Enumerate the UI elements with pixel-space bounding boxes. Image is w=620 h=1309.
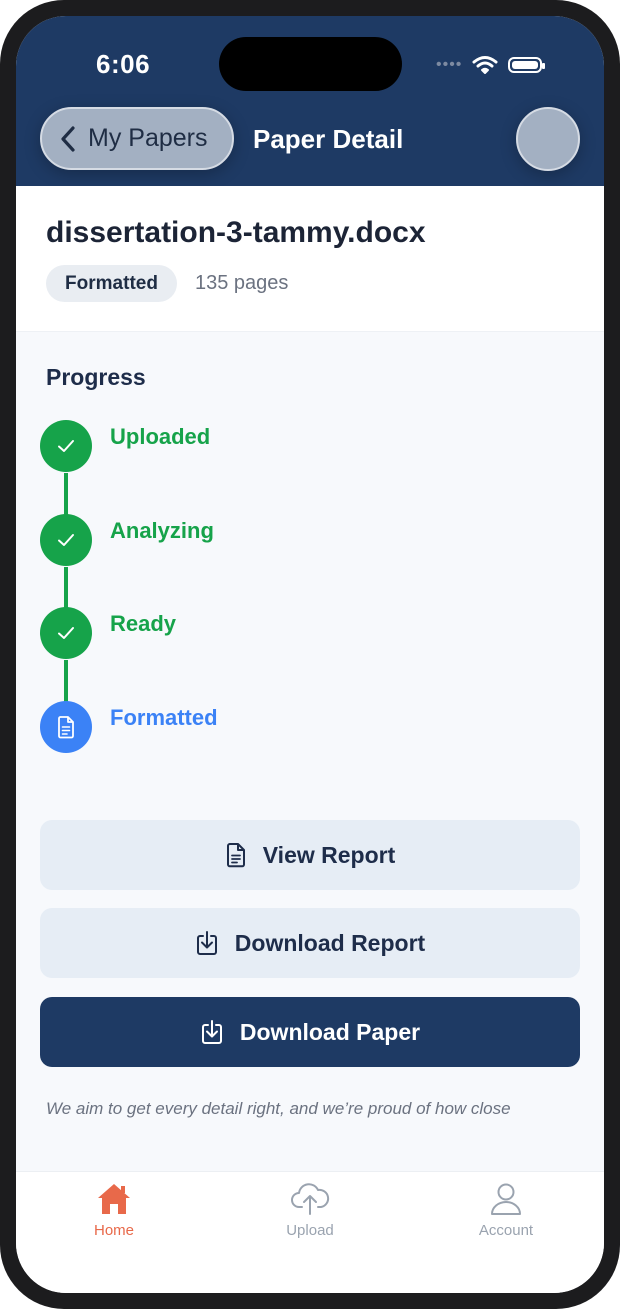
step-label: Analyzing	[110, 518, 214, 543]
download-report-label: Download Report	[234, 929, 426, 956]
check-icon	[40, 420, 92, 472]
wifi-icon	[472, 56, 498, 74]
cloud-upload-icon	[291, 1183, 330, 1215]
tab-upload[interactable]: Upload	[250, 1182, 370, 1242]
page-title: Paper Detail	[253, 124, 404, 154]
document-icon	[226, 843, 245, 868]
step-label: Uploaded	[110, 424, 211, 449]
top-navigation-bar: 6:06 •••• My Papers Paper Detail	[16, 16, 604, 186]
tab-account[interactable]: Account	[446, 1182, 566, 1242]
app-screen: 6:06 •••• My Papers Paper Detail dissert…	[16, 16, 604, 1293]
download-paper-button[interactable]: Download Paper	[40, 997, 580, 1067]
progress-step-formatted: Formatted	[40, 701, 580, 755]
battery-icon	[508, 57, 546, 73]
step-label: Formatted	[110, 705, 218, 730]
device-frame: 6:06 •••• My Papers Paper Detail dissert…	[0, 0, 620, 1309]
view-report-label: View Report	[262, 841, 396, 868]
download-icon	[201, 1020, 222, 1044]
status-indicators: ••••	[436, 52, 546, 78]
progress-step-ready: Ready	[40, 607, 580, 661]
tab-label: Account	[478, 1222, 534, 1239]
download-paper-label: Download Paper	[239, 1018, 421, 1045]
progress-connector	[64, 473, 68, 515]
home-icon	[98, 1184, 130, 1214]
paper-header-card: dissertation-3-tammy.docx Formatted 135 …	[16, 186, 604, 332]
footnote-text: We aim to get every detail right, and we…	[46, 1099, 511, 1118]
person-icon	[491, 1183, 521, 1215]
progress-step-analyzing: Analyzing	[40, 514, 580, 568]
progress-step-uploaded: Uploaded	[40, 420, 580, 474]
back-button-label: My Papers	[88, 124, 208, 152]
check-icon	[40, 514, 92, 566]
progress-heading: Progress	[46, 364, 146, 390]
step-label: Ready	[110, 611, 177, 636]
avatar[interactable]	[516, 107, 580, 171]
view-report-button[interactable]: View Report	[40, 820, 580, 890]
download-icon	[196, 931, 217, 955]
check-icon	[40, 607, 92, 659]
cellular-signal-icon: ••••	[436, 56, 463, 73]
tab-label: Upload	[286, 1222, 334, 1239]
bottom-tab-bar: Home Upload Account	[16, 1171, 604, 1293]
status-time: 6:06	[96, 49, 151, 79]
status-badge: Formatted	[46, 265, 177, 302]
tab-home[interactable]: Home	[54, 1182, 174, 1242]
download-report-button[interactable]: Download Report	[40, 908, 580, 978]
chevron-left-icon	[61, 125, 75, 152]
progress-connector	[64, 567, 68, 609]
progress-connector	[64, 660, 68, 702]
back-button[interactable]: My Papers	[40, 107, 234, 170]
dynamic-island	[219, 37, 402, 91]
page-count: 135 pages	[195, 272, 289, 294]
paper-filename: dissertation-3-tammy.docx	[46, 216, 426, 249]
document-icon	[40, 701, 92, 753]
tab-label: Home	[93, 1222, 134, 1239]
